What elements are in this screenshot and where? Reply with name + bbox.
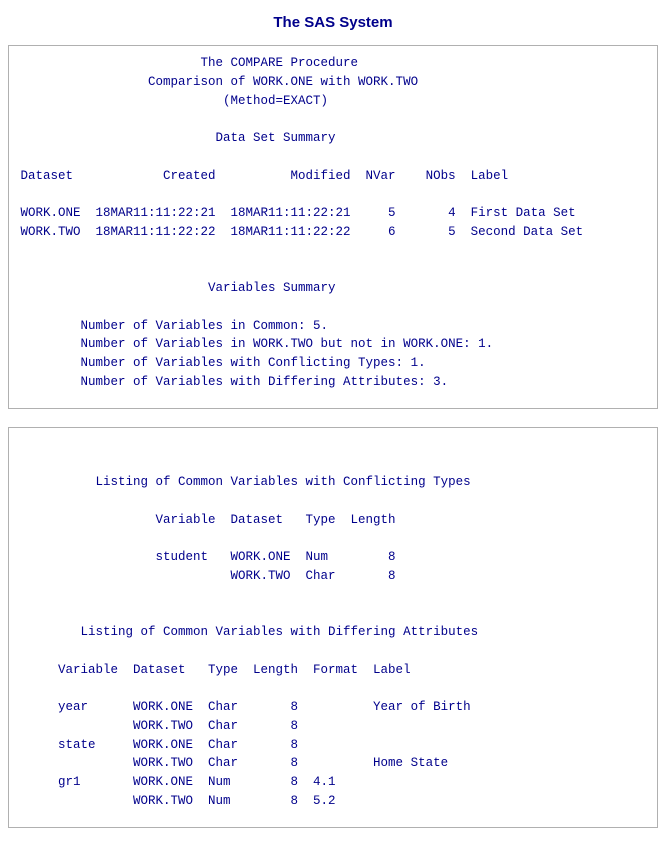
output-pre-1: The COMPARE Procedure Comparison of WORK…: [13, 54, 653, 392]
output-box-2: Listing of Common Variables with Conflic…: [8, 427, 658, 828]
output-pre-2: Listing of Common Variables with Conflic…: [13, 436, 653, 811]
page-title: The SAS System: [8, 14, 658, 31]
output-box-1: The COMPARE Procedure Comparison of WORK…: [8, 45, 658, 409]
